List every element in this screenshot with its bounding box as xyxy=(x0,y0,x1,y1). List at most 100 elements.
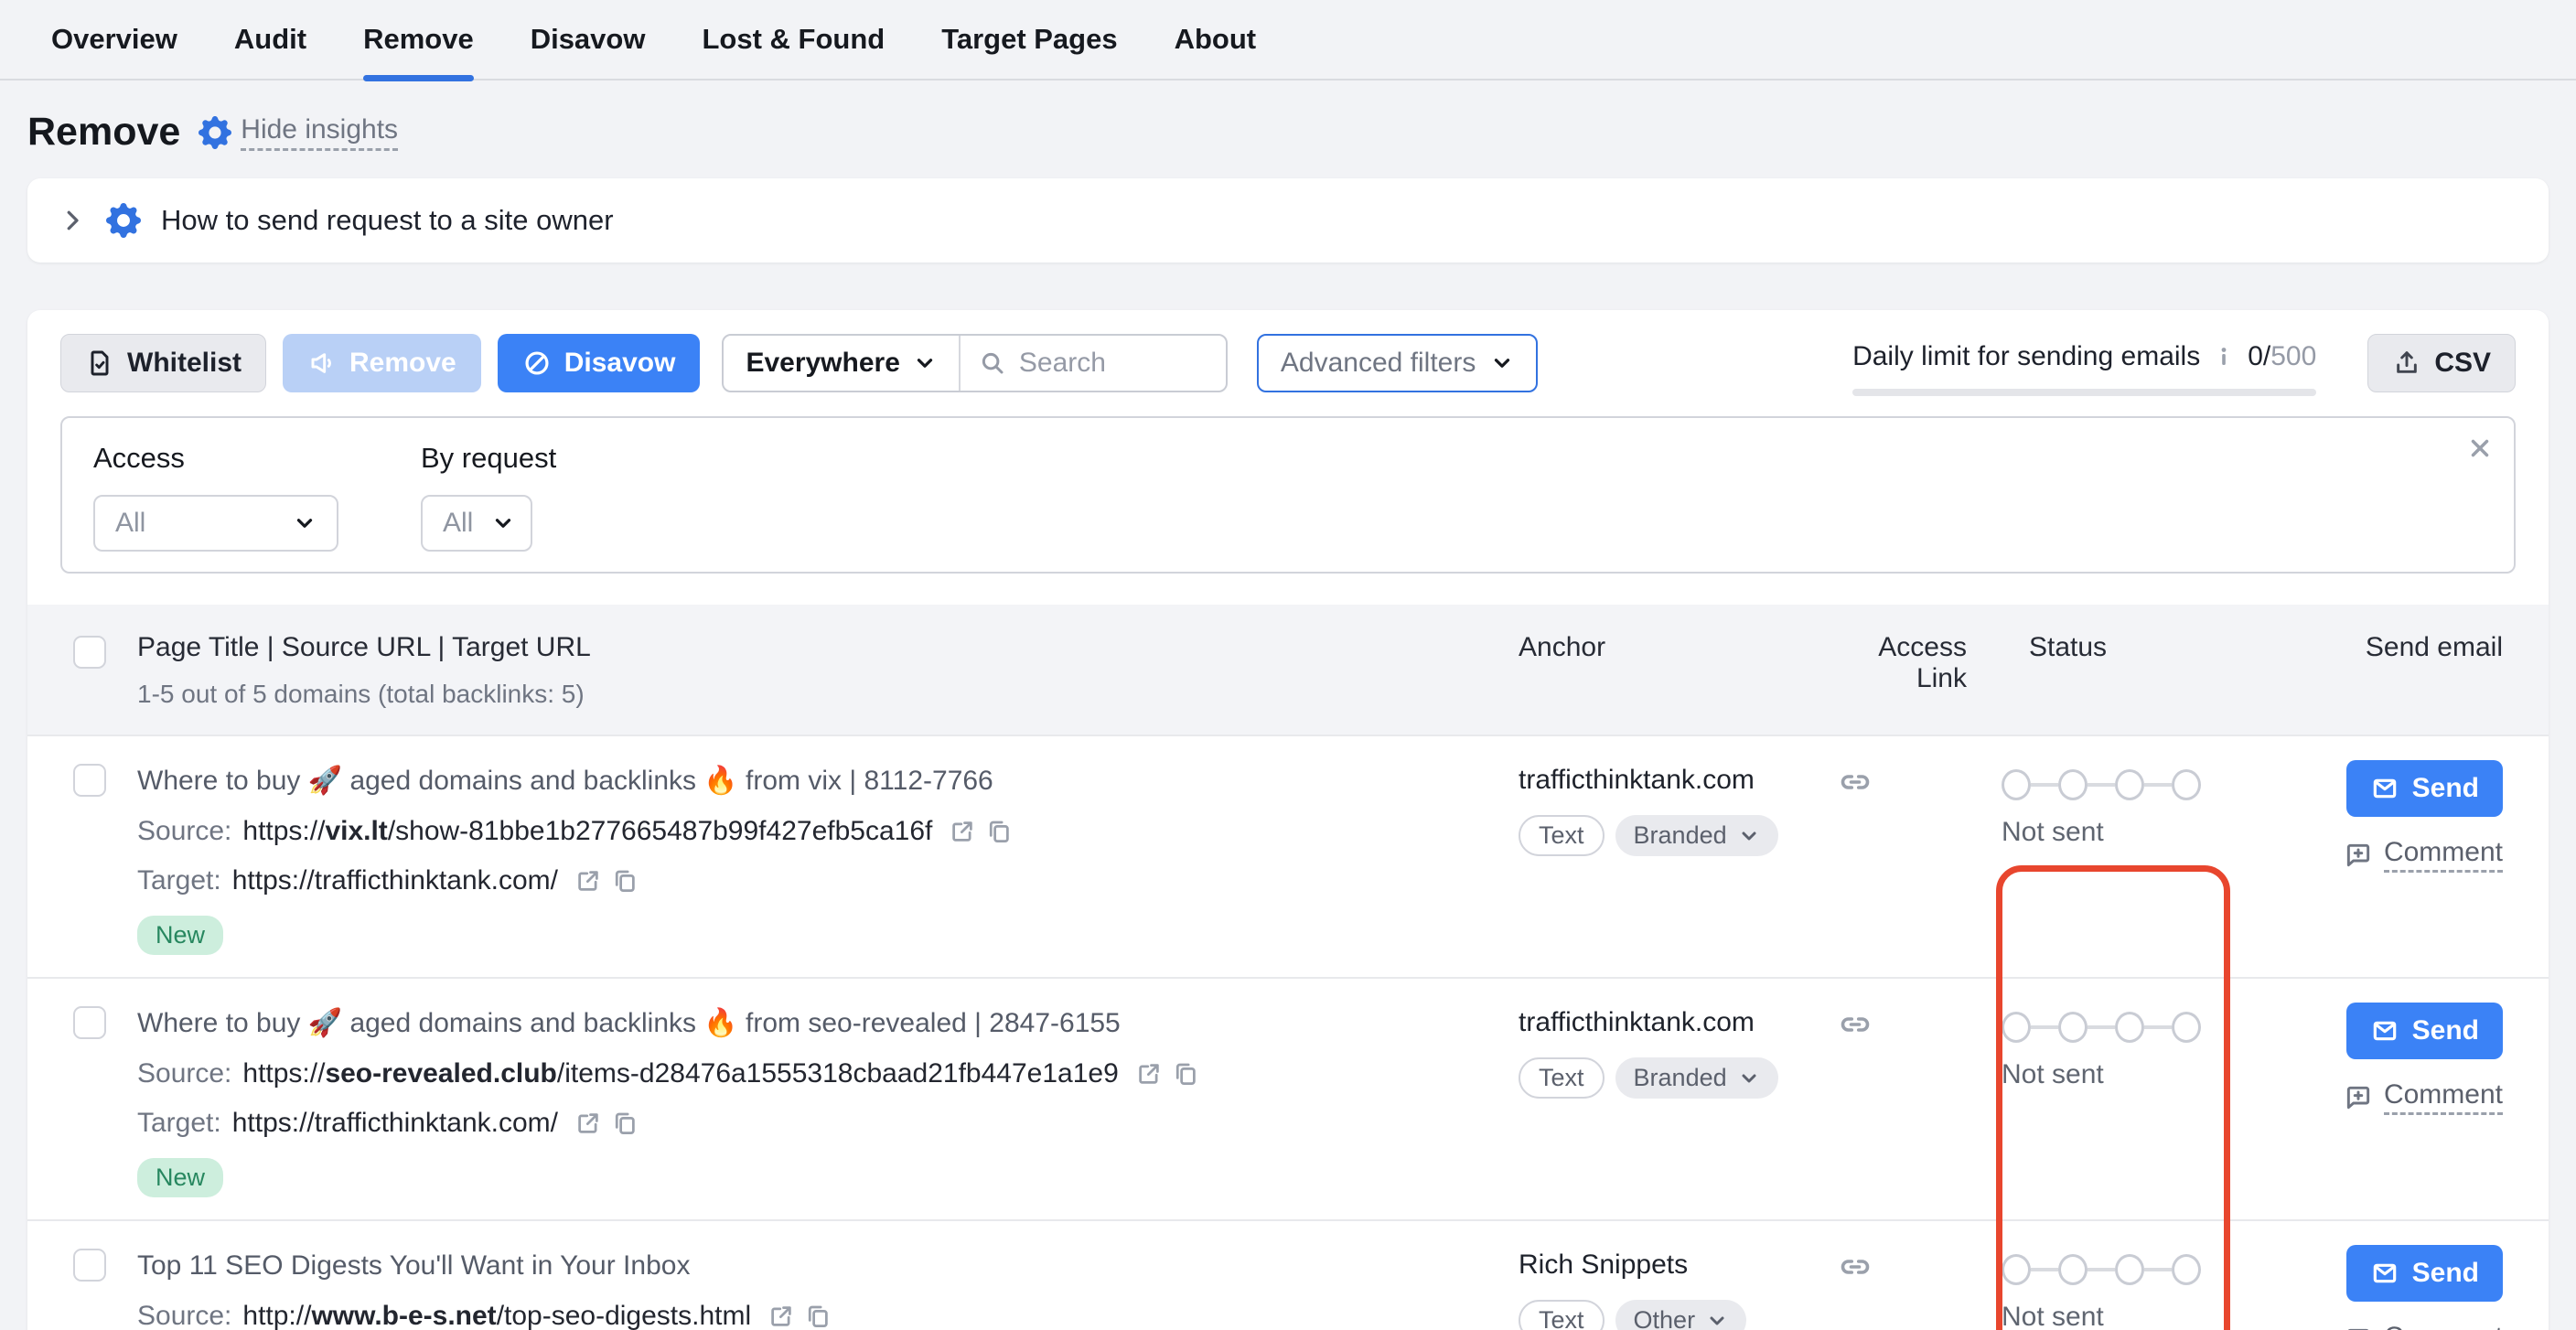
comment-link[interactable]: Comment xyxy=(2344,837,2503,873)
row-checkbox[interactable] xyxy=(73,1006,106,1039)
copy-icon[interactable] xyxy=(1172,1060,1199,1088)
new-badge: New xyxy=(137,916,223,955)
target-label: Target: xyxy=(137,861,221,901)
hide-insights-toggle[interactable]: Hide insights xyxy=(199,114,398,151)
column-page-title: Page Title | Source URL | Target URL xyxy=(137,632,1519,663)
access-filter-label: Access xyxy=(93,442,338,475)
select-all-checkbox[interactable] xyxy=(73,636,106,669)
csv-label: CSV xyxy=(2434,348,2491,379)
source-url[interactable]: https://vix.lt/show-81bbe1b277665487b99f… xyxy=(242,811,932,852)
external-link-icon[interactable] xyxy=(767,1303,795,1330)
search-input[interactable] xyxy=(1019,348,1208,379)
access-filter-select[interactable]: All xyxy=(93,495,338,552)
link-icon[interactable] xyxy=(1839,766,1967,799)
external-link-icon[interactable] xyxy=(574,1110,602,1137)
tab-remove[interactable]: Remove xyxy=(363,0,474,80)
column-status: Status xyxy=(2002,632,2230,709)
comment-link[interactable]: Comment xyxy=(2344,1322,2503,1330)
tab-lost-found[interactable]: Lost & Found xyxy=(702,0,885,80)
chevron-down-icon xyxy=(491,511,515,535)
copy-icon[interactable] xyxy=(611,867,639,895)
remove-button[interactable]: Remove xyxy=(283,334,481,392)
advanced-filters-button[interactable]: Advanced filters xyxy=(1257,334,1538,392)
anchor-text: trafficthinktank.com xyxy=(1519,760,1839,800)
source-url[interactable]: https://seo-revealed.club/items-d28476a1… xyxy=(242,1054,1118,1094)
anchor-category-dropdown[interactable]: Branded xyxy=(1615,1057,1778,1099)
status-cell: Not sent xyxy=(2002,1245,2230,1330)
tab-target-pages[interactable]: Target Pages xyxy=(941,0,1117,80)
source-label: Source: xyxy=(137,1296,231,1330)
status-cell: Not sent xyxy=(2002,1003,2230,1197)
daily-limit-label: Daily limit for sending emails xyxy=(1852,341,2200,372)
daily-limit-used: 0/ xyxy=(2248,341,2270,371)
comment-plus-icon xyxy=(2344,1083,2373,1112)
whitelist-icon xyxy=(85,349,114,378)
chevron-down-icon xyxy=(1490,351,1514,375)
external-link-icon[interactable] xyxy=(949,818,976,845)
row-checkbox[interactable] xyxy=(73,764,106,797)
tab-overview[interactable]: Overview xyxy=(51,0,177,80)
search-icon xyxy=(979,349,1006,377)
info-icon[interactable] xyxy=(2213,346,2235,368)
advanced-filters-label: Advanced filters xyxy=(1281,348,1476,379)
target-url[interactable]: https://trafficthinktank.com/ xyxy=(232,1103,558,1143)
daily-limit-total: 500 xyxy=(2270,341,2316,371)
target-label: Target: xyxy=(137,1103,221,1143)
tab-about[interactable]: About xyxy=(1175,0,1257,80)
source-label: Source: xyxy=(137,1054,231,1094)
link-icon[interactable] xyxy=(1839,1008,1967,1041)
link-icon[interactable] xyxy=(1839,1250,1967,1283)
column-send-email: Send email xyxy=(2230,632,2503,709)
status-cell: Not sent xyxy=(2002,760,2230,955)
anchor-type-badge: Text xyxy=(1519,1300,1605,1330)
status-stepper xyxy=(2002,1012,2230,1043)
anchor-category-dropdown[interactable]: Branded xyxy=(1615,815,1778,856)
send-button[interactable]: Send xyxy=(2346,1003,2503,1059)
anchor-category-value: Other xyxy=(1634,1306,1696,1330)
send-button[interactable]: Send xyxy=(2346,760,2503,817)
send-button[interactable]: Send xyxy=(2346,1245,2503,1302)
disavow-button[interactable]: Disavow xyxy=(498,334,701,392)
by-request-filter-select[interactable]: All xyxy=(421,495,532,552)
anchor-category-dropdown[interactable]: Other xyxy=(1615,1300,1747,1330)
access-filter-value: All xyxy=(115,508,145,539)
anchor-text: trafficthinktank.com xyxy=(1519,1003,1839,1043)
copy-icon[interactable] xyxy=(804,1303,832,1330)
hide-insights-label: Hide insights xyxy=(241,114,398,151)
send-cell: Send Comment xyxy=(2230,1003,2503,1197)
copy-icon[interactable] xyxy=(985,818,1013,845)
column-anchor: Anchor xyxy=(1519,632,1839,709)
comment-label: Comment xyxy=(2384,1322,2503,1330)
whitelist-button[interactable]: Whitelist xyxy=(60,334,266,392)
megaphone-icon xyxy=(307,349,337,378)
external-link-icon[interactable] xyxy=(574,867,602,895)
chevron-down-icon xyxy=(293,511,317,535)
access-link-cell xyxy=(1839,1003,1967,1197)
access-filter: Access All xyxy=(93,442,338,552)
how-to-send-request-panel[interactable]: How to send request to a site owner xyxy=(27,178,2549,263)
close-icon[interactable] xyxy=(2466,434,2494,462)
toolbar-right: Daily limit for sending emails 0/500 CSV xyxy=(1852,334,2516,396)
search-group: Everywhere xyxy=(722,334,1227,392)
table-row: Where to buy 🚀 aged domains and backlink… xyxy=(27,735,2549,977)
filter-panel: Access All By request All xyxy=(60,416,2516,574)
remove-label: Remove xyxy=(349,348,456,379)
row-checkbox[interactable] xyxy=(73,1249,106,1282)
search-box xyxy=(961,348,1226,379)
comment-link[interactable]: Comment xyxy=(2344,1079,2503,1115)
backlink-title: Where to buy 🚀 aged domains and backlink… xyxy=(137,760,1519,802)
daily-limit-progressbar xyxy=(1852,389,2316,396)
tab-audit[interactable]: Audit xyxy=(234,0,306,80)
scope-select[interactable]: Everywhere xyxy=(724,348,958,379)
csv-export-button[interactable]: CSV xyxy=(2367,334,2516,392)
send-label: Send xyxy=(2412,773,2479,804)
external-link-icon[interactable] xyxy=(1135,1060,1163,1088)
comment-label: Comment xyxy=(2384,1079,2503,1115)
by-request-filter: By request All xyxy=(421,442,556,552)
access-link-cell xyxy=(1839,760,1967,955)
tab-disavow[interactable]: Disavow xyxy=(531,0,646,80)
target-url[interactable]: https://trafficthinktank.com/ xyxy=(232,861,558,901)
copy-icon[interactable] xyxy=(611,1110,639,1137)
source-url[interactable]: http://www.b-e-s.net/top-seo-digests.htm… xyxy=(242,1296,751,1330)
envelope-icon xyxy=(2370,1259,2399,1288)
